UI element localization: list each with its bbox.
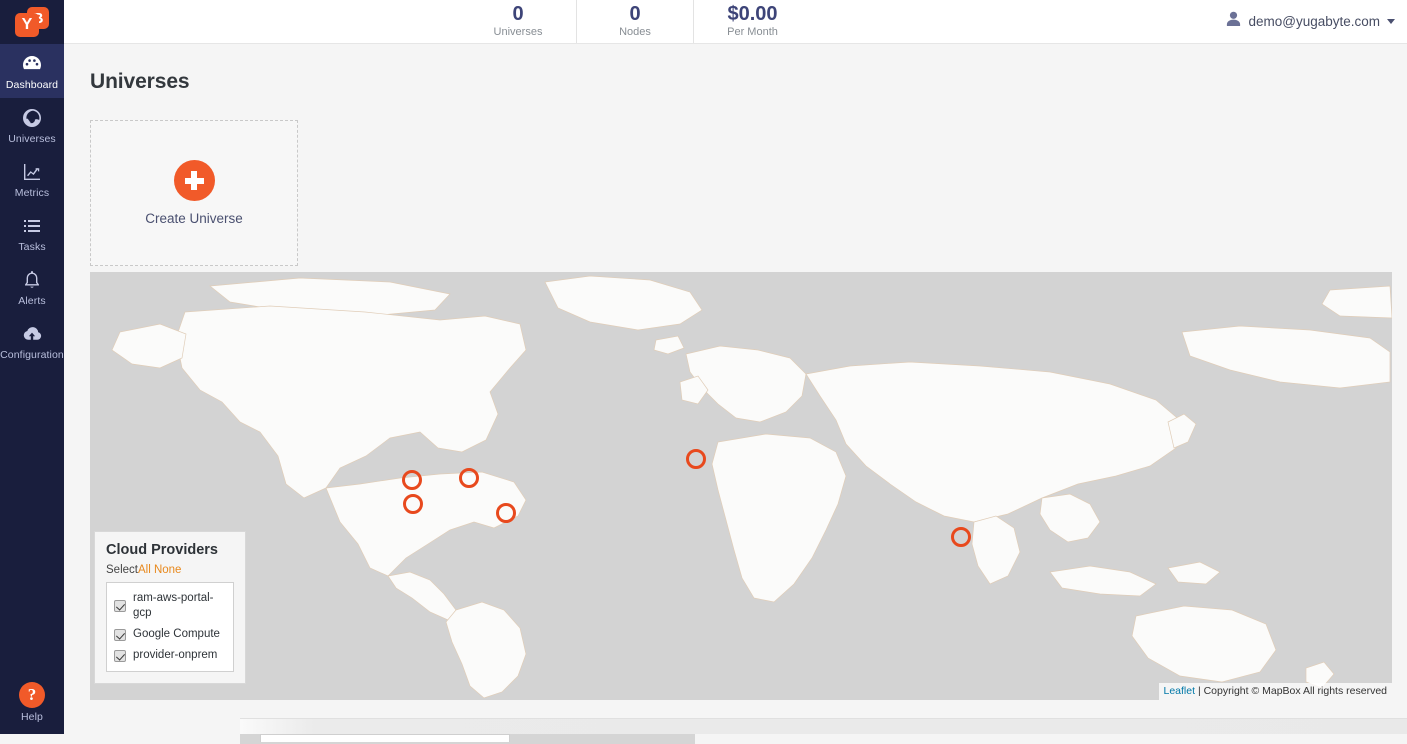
page-title: Universes: [90, 70, 190, 93]
provider-item[interactable]: Google Compute: [114, 624, 226, 645]
sidebar-item-label: Dashboard: [5, 79, 59, 91]
gauge-icon: [0, 52, 64, 76]
cloud-providers-title: Cloud Providers: [106, 542, 218, 558]
main-content: Universes Create Universe Cloud Provider…: [64, 44, 1407, 744]
summary-stats: 0 Universes 0 Nodes $0.00 Per Month: [460, 0, 811, 43]
question-mark-icon: ?: [19, 682, 45, 708]
provider-name: Google Compute: [133, 628, 220, 640]
map-marker-us-central[interactable]: [459, 468, 479, 488]
user-email: demo@yugabyte.com: [1248, 14, 1380, 29]
stat-cost-per-month: $0.00 Per Month: [694, 0, 811, 43]
provider-name: ram-aws-portal-gcp: [133, 592, 214, 619]
select-row: SelectAll None: [106, 562, 234, 578]
yugabyte-logo-icon: B Y: [15, 7, 49, 37]
stat-label: Nodes: [619, 26, 651, 38]
select-all-link[interactable]: All: [138, 564, 151, 576]
cloud-upload-icon: [0, 322, 64, 346]
help-label: Help: [21, 711, 43, 723]
map-attribution: Leaflet | Copyright © MapBox All rights …: [1158, 683, 1392, 700]
provider-checkbox[interactable]: [114, 600, 126, 612]
sidebar-item-label: Universes: [8, 133, 56, 145]
bell-icon: [0, 268, 64, 292]
sidebar-item-label: Alerts: [18, 295, 46, 307]
provider-list: ram-aws-portal-gcp Google Compute provid…: [106, 582, 234, 672]
logo-letter-y: Y: [15, 13, 39, 37]
select-label: Select: [106, 564, 138, 576]
attribution-text: | Copyright © MapBox All rights reserved: [1197, 685, 1387, 697]
globe-icon: [0, 106, 64, 130]
provider-checkbox[interactable]: [114, 649, 126, 662]
provider-name: provider-onprem: [133, 649, 218, 661]
create-universe-card[interactable]: Create Universe: [90, 120, 298, 266]
user-menu[interactable]: demo@yugabyte.com: [1226, 11, 1395, 32]
list-icon: [0, 214, 64, 238]
stat-value: 0: [512, 3, 524, 25]
bottom-panel-sheet: [260, 734, 510, 742]
select-none-link[interactable]: None: [154, 564, 182, 576]
top-header: 0 Universes 0 Nodes $0.00 Per Month demo…: [64, 0, 1407, 44]
sidebar-item-tasks[interactable]: Tasks: [0, 206, 64, 260]
provider-checkbox[interactable]: [114, 628, 126, 641]
stat-universes: 0 Universes: [460, 0, 577, 43]
map-marker-us-west-california[interactable]: [403, 494, 423, 514]
sidebar-item-universes[interactable]: Universes: [0, 98, 64, 152]
sidebar-item-alerts[interactable]: Alerts: [0, 260, 64, 314]
help-button[interactable]: ? Help: [0, 682, 64, 724]
line-chart-icon: [0, 160, 64, 184]
bottom-status-strip: [240, 718, 1407, 734]
stat-label: Per Month: [727, 26, 778, 38]
stat-value: 0: [629, 3, 641, 25]
cloud-providers-panel: Cloud Providers SelectAll None ram-aws-p…: [94, 531, 246, 684]
leaflet-link[interactable]: Leaflet: [1164, 685, 1196, 697]
map-marker-ap-east-hongkong[interactable]: [951, 527, 971, 547]
sidebar-item-configuration[interactable]: Configuration: [0, 314, 64, 368]
stat-nodes: 0 Nodes: [577, 0, 694, 43]
plus-circle-icon: [173, 160, 215, 201]
chevron-down-icon[interactable]: [1387, 19, 1395, 24]
sidebar-item-dashboard[interactable]: Dashboard: [0, 44, 64, 98]
user-icon: [1226, 11, 1241, 32]
sidebar-item-label: Metrics: [14, 187, 50, 199]
sidebar: B Y Dashboard Universes Metrics Tasks Al…: [0, 0, 64, 734]
provider-item[interactable]: ram-aws-portal-gcp: [114, 588, 226, 624]
sidebar-item-label: Tasks: [18, 241, 46, 253]
create-universe-label: Create Universe: [145, 211, 243, 226]
map-marker-us-west-oregon[interactable]: [402, 470, 422, 490]
sidebar-item-metrics[interactable]: Metrics: [0, 152, 64, 206]
stat-label: Universes: [493, 26, 543, 38]
world-map[interactable]: Cloud Providers SelectAll None ram-aws-p…: [90, 272, 1392, 700]
sidebar-item-label: Configuration: [0, 349, 64, 361]
stat-value: $0.00: [727, 3, 778, 25]
map-marker-us-east[interactable]: [496, 503, 516, 523]
provider-item[interactable]: provider-onprem: [114, 645, 226, 666]
map-marker-eu-west-london[interactable]: [686, 449, 706, 469]
app-logo[interactable]: B Y: [0, 0, 64, 44]
map-landmass: [90, 272, 1392, 700]
